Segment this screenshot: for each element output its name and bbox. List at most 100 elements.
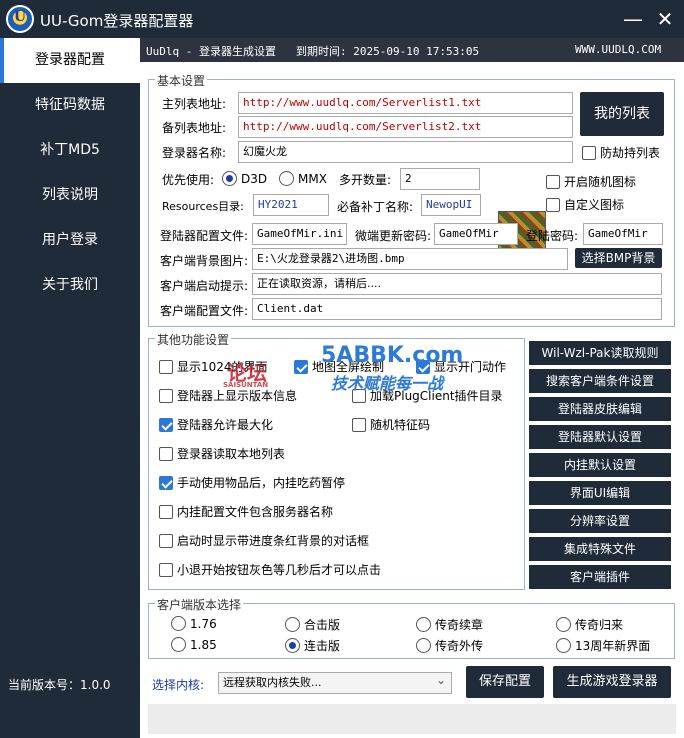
d3d-radio[interactable]: D3D — [222, 171, 267, 186]
wil-read-rule-button[interactable]: Wil-Wzl-Pak读取规则 — [529, 341, 671, 365]
client-search-button[interactable]: 搜索客户端条件设置 — [529, 369, 671, 393]
radio-icon — [416, 638, 431, 653]
sidebar-item-user-login[interactable]: 用户登录 — [0, 218, 140, 263]
save-config-button[interactable]: 保存配置 — [466, 666, 544, 698]
startup-hint-input[interactable]: 正在读取资源，请稍后.... — [252, 273, 662, 295]
background-label: 客户端背景图片: — [160, 254, 249, 268]
mmx-radio[interactable]: MMX — [279, 171, 327, 186]
option-label: 小退开始按钮灰色等几秒后才可以点击 — [177, 563, 382, 577]
special-files-button[interactable]: 集成特殊文件 — [529, 537, 671, 561]
minimize-button[interactable]: — — [620, 6, 646, 32]
primary-list-input[interactable]: http://www.uudlq.com/Serverlist1.txt — [238, 92, 573, 114]
client-version-title: 客户端版本选择 — [155, 596, 244, 613]
sidebar-item-signature-data[interactable]: 特征码数据 — [0, 83, 140, 128]
checkbox-icon — [159, 360, 173, 374]
radio-label: 传奇续章 — [435, 618, 484, 632]
plugin-default-button[interactable]: 内挂默认设置 — [529, 453, 671, 477]
basic-settings-group: 基本设置 主列表地址: http://www.uudlq.com/Serverl… — [148, 72, 675, 327]
choose-bmp-button[interactable]: 选择BMP背景 — [575, 248, 662, 268]
watermark-slogan: 技术赋能每一战 — [331, 374, 444, 393]
version-lianji-radio[interactable]: 连击版 — [285, 637, 340, 654]
d3d-label: D3D — [241, 172, 268, 186]
login-password-input[interactable]: GameOfMir — [583, 223, 663, 245]
mmx-radio-dot — [279, 171, 294, 186]
version-185-radio[interactable]: 1.85 — [171, 637, 217, 652]
launcher-default-button[interactable]: 登陆器默认设置 — [529, 425, 671, 449]
radio-icon — [285, 617, 300, 632]
my-list-button[interactable]: 我的列表 — [580, 92, 664, 136]
sidebar-item-patch-md5[interactable]: 补丁MD5 — [0, 128, 140, 173]
sidebar-item-about[interactable]: 关于我们 — [0, 263, 140, 308]
client-plugin-button[interactable]: 客户端插件 — [529, 565, 671, 589]
version-13th-radio[interactable]: 13周年新界面 — [556, 637, 650, 654]
basic-settings-title: 基本设置 — [155, 72, 208, 89]
anti-hijack-label: 防劫持列表 — [600, 146, 661, 160]
radio-icon — [171, 616, 186, 631]
version-waizhuan-radio[interactable]: 传奇外传 — [416, 637, 483, 654]
option-allow-maximize[interactable]: 登陆器允许最大化 — [159, 416, 273, 433]
login-password-label: 登陆密码: — [526, 229, 579, 243]
client-config-input[interactable]: Client.dat — [252, 298, 662, 320]
update-password-input[interactable]: GameOfMir — [434, 223, 518, 245]
resources-input[interactable]: HY2021 — [253, 194, 329, 216]
skin-edit-button[interactable]: 登陆器皮肤编辑 — [529, 397, 671, 421]
option-include-server-name[interactable]: 内挂配置文件包含服务器名称 — [159, 503, 333, 520]
option-pause-potion[interactable]: 手动使用物品后，内挂吃药暂停 — [159, 474, 345, 491]
resolution-button[interactable]: 分辨率设置 — [529, 509, 671, 533]
radio-label: 1.76 — [190, 617, 217, 631]
title-bar: U UU-Gom登录器配置器 — ✕ — [0, 0, 684, 38]
kernel-select-value: 远程获取内核失败... — [223, 676, 322, 689]
background-input[interactable]: E:\火龙登录器2\进场图.bmp — [252, 248, 568, 270]
radio-selected-icon — [285, 638, 300, 653]
patch-input[interactable]: NewopUI — [421, 194, 481, 216]
radio-label: 传奇外传 — [435, 639, 484, 653]
option-red-progress-dialog[interactable]: 启动时显示带进度条红背景的对话框 — [159, 532, 369, 549]
multi-open-input[interactable]: 2 — [400, 168, 480, 190]
close-button[interactable]: ✕ — [652, 6, 678, 32]
version-label: 当前版本号：1.0.0 — [8, 678, 111, 692]
checkbox-icon — [352, 418, 366, 432]
option-local-list[interactable]: 登录器读取本地列表 — [159, 445, 285, 462]
resources-label: Resources目录: — [162, 200, 244, 213]
version-xuzhang-radio[interactable]: 传奇续章 — [416, 616, 483, 633]
option-random-signature[interactable]: 随机特征码 — [352, 416, 430, 433]
radio-icon — [416, 617, 431, 632]
custom-icon-checkbox[interactable]: 自定义图标 — [546, 196, 624, 213]
checkbox-icon — [159, 534, 173, 548]
radio-icon — [556, 638, 571, 653]
launcher-name-label: 登录器名称: — [162, 146, 227, 160]
checkbox-checked-icon — [159, 418, 173, 432]
multi-open-label: 多开数量: — [339, 173, 392, 187]
config-file-input[interactable]: GameOfMir.ini — [252, 223, 347, 245]
priority-label: 优先使用: — [162, 173, 215, 187]
version-176-radio[interactable]: 1.76 — [171, 616, 217, 631]
other-settings-title: 其他功能设置 — [155, 331, 232, 348]
option-show-version[interactable]: 登陆器上显示版本信息 — [159, 387, 297, 404]
startup-hint-label: 客户端启动提示: — [160, 279, 249, 293]
option-label: 登陆器允许最大化 — [177, 418, 274, 432]
kernel-label: 选择内核: — [152, 678, 205, 692]
ui-edit-button[interactable]: 界面UI编辑 — [529, 481, 671, 505]
option-label: 登陆器上显示版本信息 — [177, 389, 298, 403]
backup-list-input[interactable]: http://www.uudlq.com/Serverlist2.txt — [238, 116, 573, 138]
option-delay-restart[interactable]: 小退开始按钮灰色等几秒后才可以点击 — [159, 561, 381, 578]
anti-hijack-checkbox[interactable]: 防劫持列表 — [582, 144, 660, 161]
update-password-label: 微端更新密码: — [355, 229, 432, 243]
generate-launcher-button[interactable]: 生成游戏登录器 — [553, 666, 671, 698]
version-heji-radio[interactable]: 合击版 — [285, 616, 340, 633]
sidebar-item-login-config[interactable]: 登录器配置 — [0, 38, 140, 83]
random-icon-box — [546, 175, 560, 189]
mmx-label: MMX — [298, 172, 327, 186]
random-icon-label: 开启随机图标 — [564, 175, 637, 189]
patch-label: 必备补丁名称: — [337, 200, 414, 214]
other-settings-group: 其他功能设置 显示1024的界面 地图全屏绘制 显示开门动作 登陆器上显示版本信… — [148, 331, 525, 590]
random-icon-checkbox[interactable]: 开启随机图标 — [546, 173, 636, 190]
sidebar-item-list-help[interactable]: 列表说明 — [0, 173, 140, 218]
main-panel: UuDlq - 登录器生成设置 到期时间: 2025-09-10 17:53:0… — [140, 38, 684, 738]
version-guilai-radio[interactable]: 传奇归来 — [556, 616, 623, 633]
launcher-name-input[interactable]: 幻魔火龙 — [238, 141, 573, 163]
custom-icon-box — [546, 198, 560, 212]
chevron-down-icon: ⌄ — [435, 673, 446, 687]
checkbox-icon — [159, 447, 173, 461]
kernel-select[interactable]: 远程获取内核失败... ⌄ — [218, 672, 452, 694]
